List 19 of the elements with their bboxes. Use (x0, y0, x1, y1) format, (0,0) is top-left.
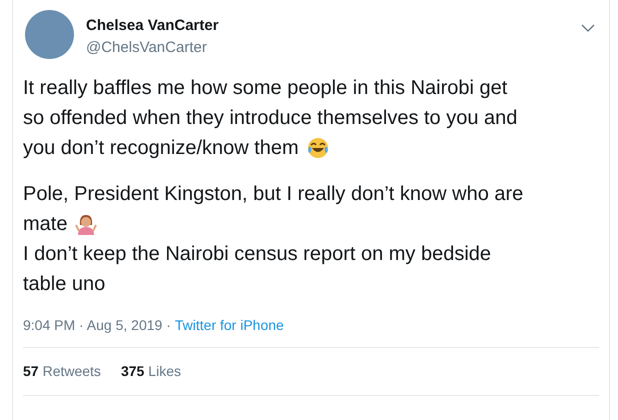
stat-count[interactable]: 375 (120, 361, 144, 382)
woman-emoji-icon (75, 213, 98, 235)
tweet-text-line: I don’t keep the Nairobi census report on my bedside (23, 242, 492, 267)
avatar[interactable] (25, 10, 74, 59)
tweet-text-line: you don’t recognize/know them (23, 136, 299, 161)
laughing-emoji-icon (306, 137, 329, 159)
tweet-text-line: table uno (23, 272, 106, 297)
chevron-down-icon[interactable] (581, 24, 595, 32)
tweet-text-line: It really baffles me how some people in this Nairobi get (23, 76, 508, 101)
tweet-text-line: mate (23, 212, 68, 237)
tweet-text-line: so offended when they introduce themselves to you and (23, 106, 518, 131)
stat-label[interactable]: Likes (148, 361, 181, 382)
stat-label[interactable]: Retweets (42, 361, 101, 382)
source-link[interactable]: Twitter for iPhone (174, 315, 284, 335)
tweet-text-line: Pole, President Kingston, but I really don’t know who are (23, 182, 524, 207)
tweet-timestamp: 9:04 PM · Aug 5, 2019 · (23, 316, 171, 335)
author-name[interactable]: Chelsea VanCarter (86, 16, 219, 36)
author-handle[interactable]: @ChelsVanCarter (86, 38, 219, 58)
stat-count[interactable]: 57 (23, 361, 39, 382)
